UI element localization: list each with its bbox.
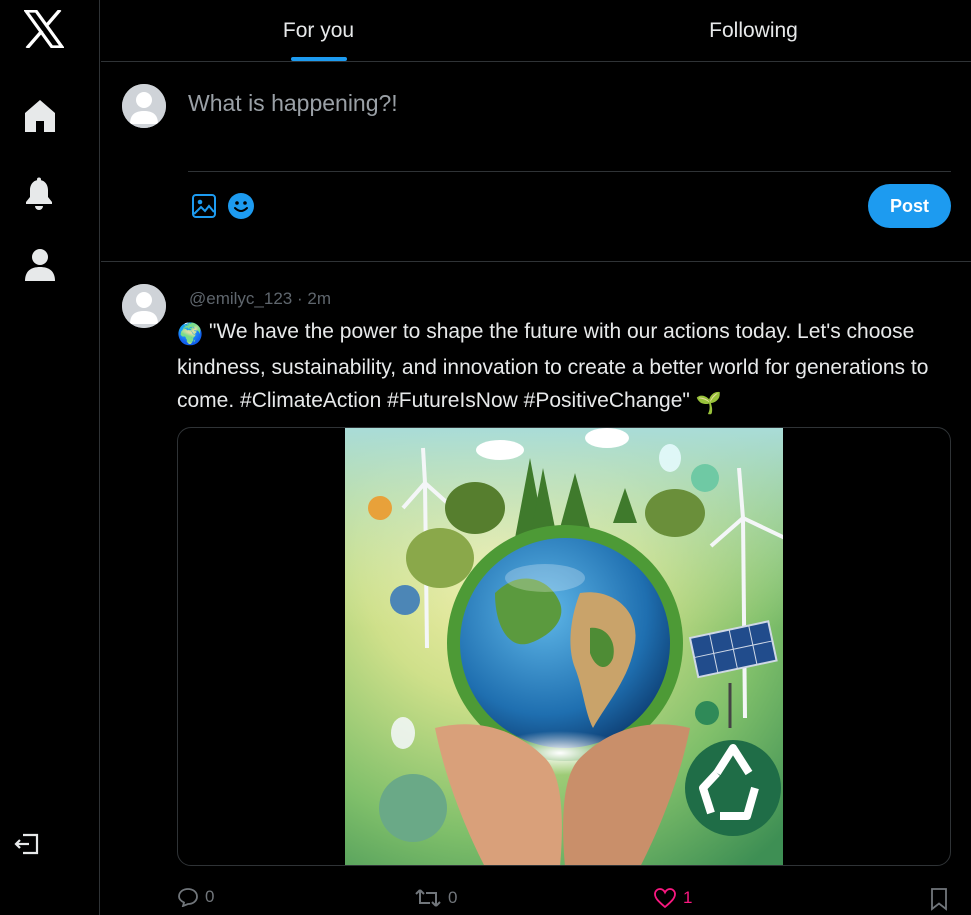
timeline-tabs: For you Following (101, 0, 971, 62)
emoji-icon[interactable] (226, 191, 256, 221)
tweet-text: 🌍 "We have the power to shape the future… (177, 315, 957, 420)
tweet-author-avatar[interactable] (122, 284, 166, 328)
retweet-icon (415, 889, 441, 907)
seedling-emoji: 🌱 (695, 392, 722, 415)
composer-avatar (122, 84, 166, 128)
tweet-composer: Post (101, 62, 971, 262)
reply-count: 0 (205, 887, 215, 906)
bell-icon[interactable] (22, 176, 56, 212)
post-button[interactable]: Post (868, 184, 951, 228)
tab-for-you-label: For you (282, 18, 355, 42)
tweet-meta: @emilyc_123 · 2m (189, 289, 331, 309)
globe-emoji: 🌍 (177, 323, 204, 346)
retweet-count: 0 (448, 888, 458, 907)
tweet[interactable]: @emilyc_123 · 2m 🌍 "We have the power to… (101, 263, 971, 915)
earth-in-hands-image (345, 428, 783, 865)
image-icon[interactable] (190, 192, 218, 220)
like-count: 1 (683, 888, 693, 907)
logout-icon[interactable] (12, 830, 42, 858)
like-button[interactable]: 1 (653, 887, 692, 909)
compose-input[interactable] (188, 86, 951, 172)
tab-following-label: Following (709, 18, 798, 42)
tab-following[interactable]: Following (536, 0, 971, 61)
bookmark-button[interactable] (930, 887, 948, 911)
tweet-time[interactable]: 2m (307, 289, 331, 308)
active-tab-indicator (290, 57, 347, 61)
profile-icon[interactable] (21, 246, 59, 284)
retweet-button[interactable]: 0 (414, 887, 457, 909)
heart-icon (654, 888, 676, 909)
main-timeline: For you Following What is happening?! Po… (101, 0, 971, 915)
reply-button[interactable]: 0 (177, 887, 214, 907)
home-icon[interactable] (21, 96, 59, 136)
sidebar (0, 0, 100, 915)
tweet-actions: 0 0 1 (101, 883, 971, 915)
tweet-handle[interactable]: @emilyc_123 (189, 289, 292, 308)
tab-for-you[interactable]: For you (101, 0, 536, 61)
tweet-media[interactable] (177, 427, 951, 866)
tweet-body: "We have the power to shape the future w… (177, 320, 929, 412)
reply-icon (178, 888, 198, 907)
meta-separator: · (296, 289, 303, 308)
bookmark-icon (931, 888, 947, 911)
x-logo-icon[interactable] (22, 8, 66, 50)
